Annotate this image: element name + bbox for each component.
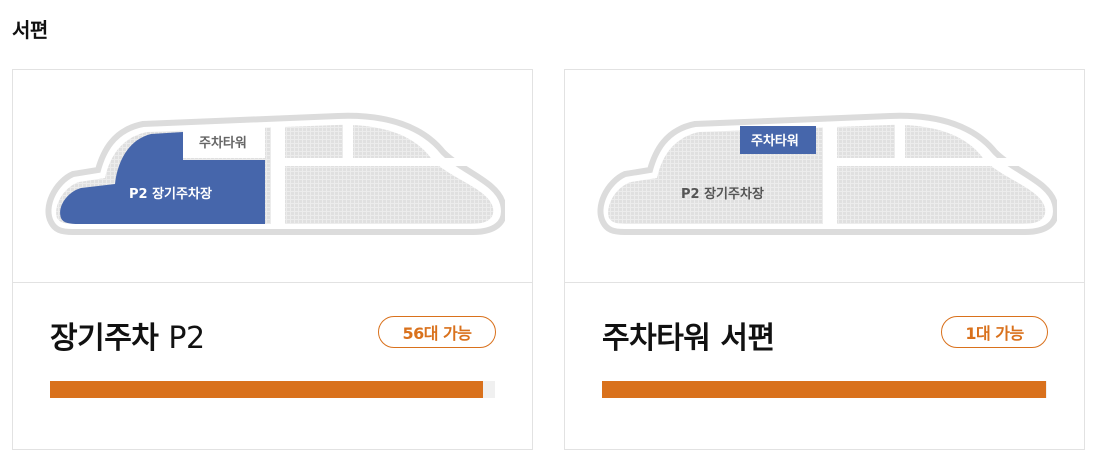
- map-label-tower: 주차타워: [199, 136, 247, 151]
- availability-progress-bar: [50, 381, 495, 398]
- parking-card-p2-long-term[interactable]: 주차타워 P2 장기주차장 장기주차 P2 56대 가능: [12, 69, 533, 450]
- availability-badge: 1대 가능: [941, 316, 1048, 348]
- parking-map-diagram: [45, 112, 505, 235]
- map-label-lot: P2 장기주차장: [129, 187, 212, 202]
- parking-map: 주차타워 P2 장기주차장: [13, 70, 532, 283]
- lot-name-main: 장기주차: [50, 321, 159, 356]
- parking-map-diagram: [597, 112, 1057, 235]
- lot-name-main: 주차타워 서편: [602, 321, 775, 356]
- lot-name: 장기주차 P2: [50, 313, 205, 357]
- map-label-lot: P2 장기주차장: [681, 187, 764, 202]
- availability-badge: 56대 가능: [378, 316, 496, 348]
- availability-progress-fill: [50, 381, 483, 398]
- lot-name-suffix: P2: [168, 321, 205, 356]
- lot-name: 주차타워 서편: [602, 313, 775, 357]
- parking-map: 주차타워 P2 장기주차장: [565, 70, 1084, 283]
- availability-progress-fill: [602, 381, 1047, 398]
- availability-progress-bar: [602, 381, 1047, 398]
- section-title: 서편: [12, 18, 48, 42]
- parking-card-tower-west[interactable]: 주차타워 P2 장기주차장 주차타워 서편 1대 가능: [564, 69, 1085, 450]
- map-label-tower: 주차타워: [751, 134, 799, 149]
